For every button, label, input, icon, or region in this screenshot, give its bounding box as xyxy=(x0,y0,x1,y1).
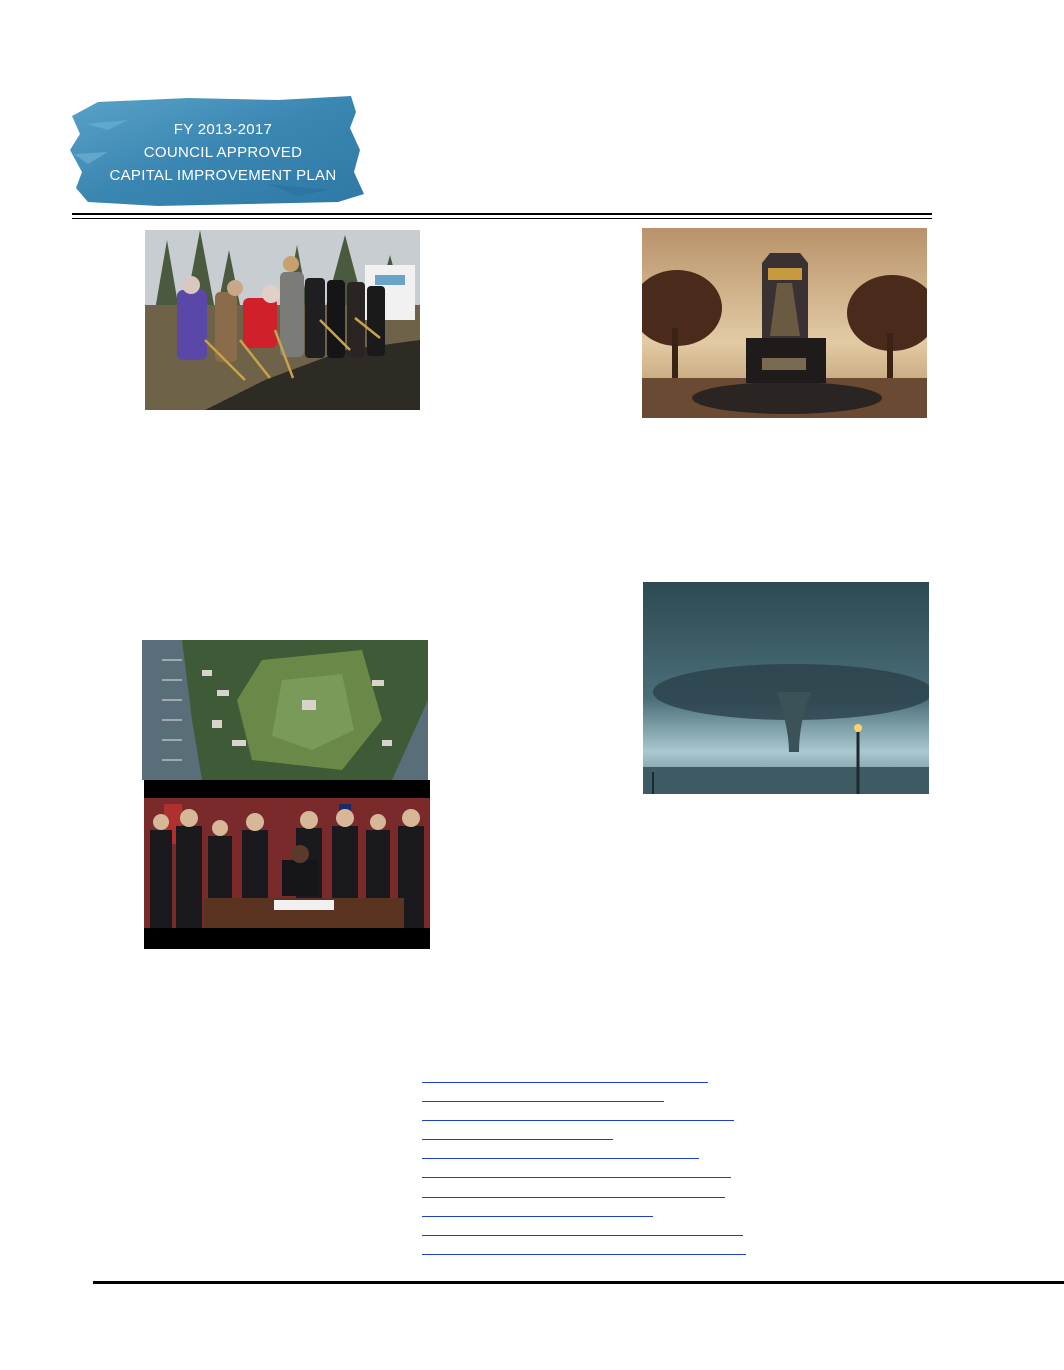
link-item[interactable] xyxy=(422,1163,762,1182)
link-underline xyxy=(422,1139,613,1141)
footer-rule xyxy=(93,1281,1064,1284)
link-item[interactable] xyxy=(422,1240,762,1259)
link-item[interactable] xyxy=(422,1202,762,1221)
link-underline xyxy=(422,1120,734,1122)
link-item[interactable] xyxy=(422,1221,762,1240)
bill-signing-photo xyxy=(144,780,430,949)
link-underline xyxy=(422,1177,731,1179)
link-list xyxy=(422,1068,762,1259)
link-item[interactable] xyxy=(422,1125,762,1144)
link-underline xyxy=(422,1253,746,1255)
link-item[interactable] xyxy=(422,1106,762,1125)
monument-rendering-photo xyxy=(642,228,927,418)
header-rule-thin xyxy=(72,217,932,219)
link-underline xyxy=(422,1158,699,1160)
link-item[interactable] xyxy=(422,1068,762,1087)
fort-aerial-photo xyxy=(142,640,428,780)
link-underline xyxy=(422,1196,725,1198)
header-rule xyxy=(72,213,932,215)
link-underline xyxy=(422,1215,653,1217)
banner-line-1: FY 2013-2017 xyxy=(173,121,273,138)
link-item[interactable] xyxy=(422,1087,762,1106)
link-item[interactable] xyxy=(422,1144,762,1163)
groundbreaking-photo xyxy=(145,230,420,410)
banner-line-2: COUNCIL APPROVED xyxy=(143,144,303,161)
plan-title-banner: FY 2013-2017 COUNCIL APPROVED CAPITAL IM… xyxy=(68,94,368,208)
link-item[interactable] xyxy=(422,1183,762,1202)
tornado-photo xyxy=(643,582,929,794)
link-underline xyxy=(422,1234,743,1236)
banner-line-3: CAPITAL IMPROVEMENT PLAN xyxy=(109,167,337,184)
link-underline xyxy=(422,1082,708,1083)
link-underline xyxy=(422,1101,664,1103)
